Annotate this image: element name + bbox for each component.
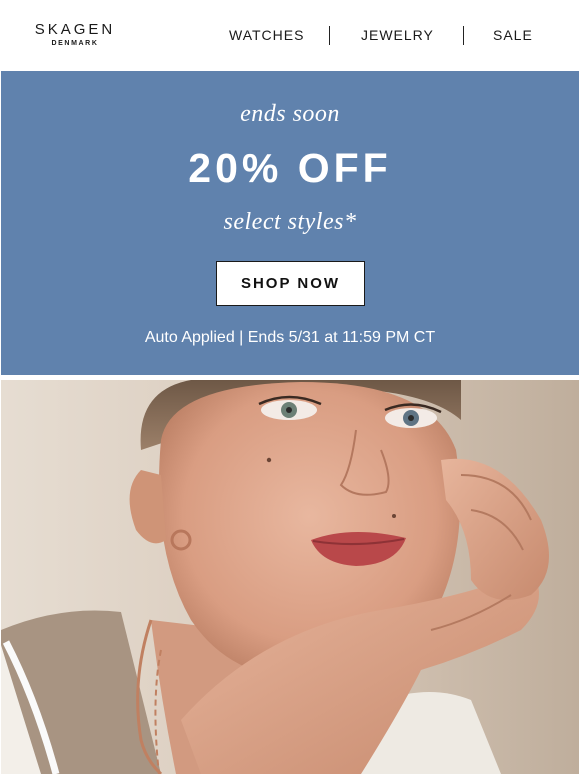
skagen-logo[interactable]: SKAGEN DENMARK xyxy=(32,22,118,48)
promo-eyebrow: ends soon xyxy=(240,101,340,127)
hero-image[interactable] xyxy=(1,380,579,774)
logo-wordmark: SKAGEN xyxy=(34,21,116,38)
promo-fine-print: Auto Applied | Ends 5/31 at 11:59 PM CT xyxy=(144,329,436,346)
nav-link-sale[interactable]: SALE xyxy=(493,27,533,43)
shop-now-button[interactable]: SHOP NOW xyxy=(216,261,365,306)
logo-tagline: DENMARK xyxy=(51,40,99,47)
promo-headline: 20% OFF xyxy=(188,145,392,191)
nav-divider xyxy=(329,26,330,45)
nav-link-watches[interactable]: WATCHES xyxy=(229,27,304,43)
promo-banner: ends soon 20% OFF select styles* SHOP NO… xyxy=(1,71,579,375)
promo-subhead: select styles* xyxy=(223,209,357,235)
hero-photo-illustration xyxy=(1,380,579,774)
email-header: SKAGEN DENMARK WATCHES JEWELRY SALE xyxy=(0,0,580,71)
nav-divider xyxy=(463,26,464,45)
nav-link-jewelry[interactable]: JEWELRY xyxy=(361,27,434,43)
